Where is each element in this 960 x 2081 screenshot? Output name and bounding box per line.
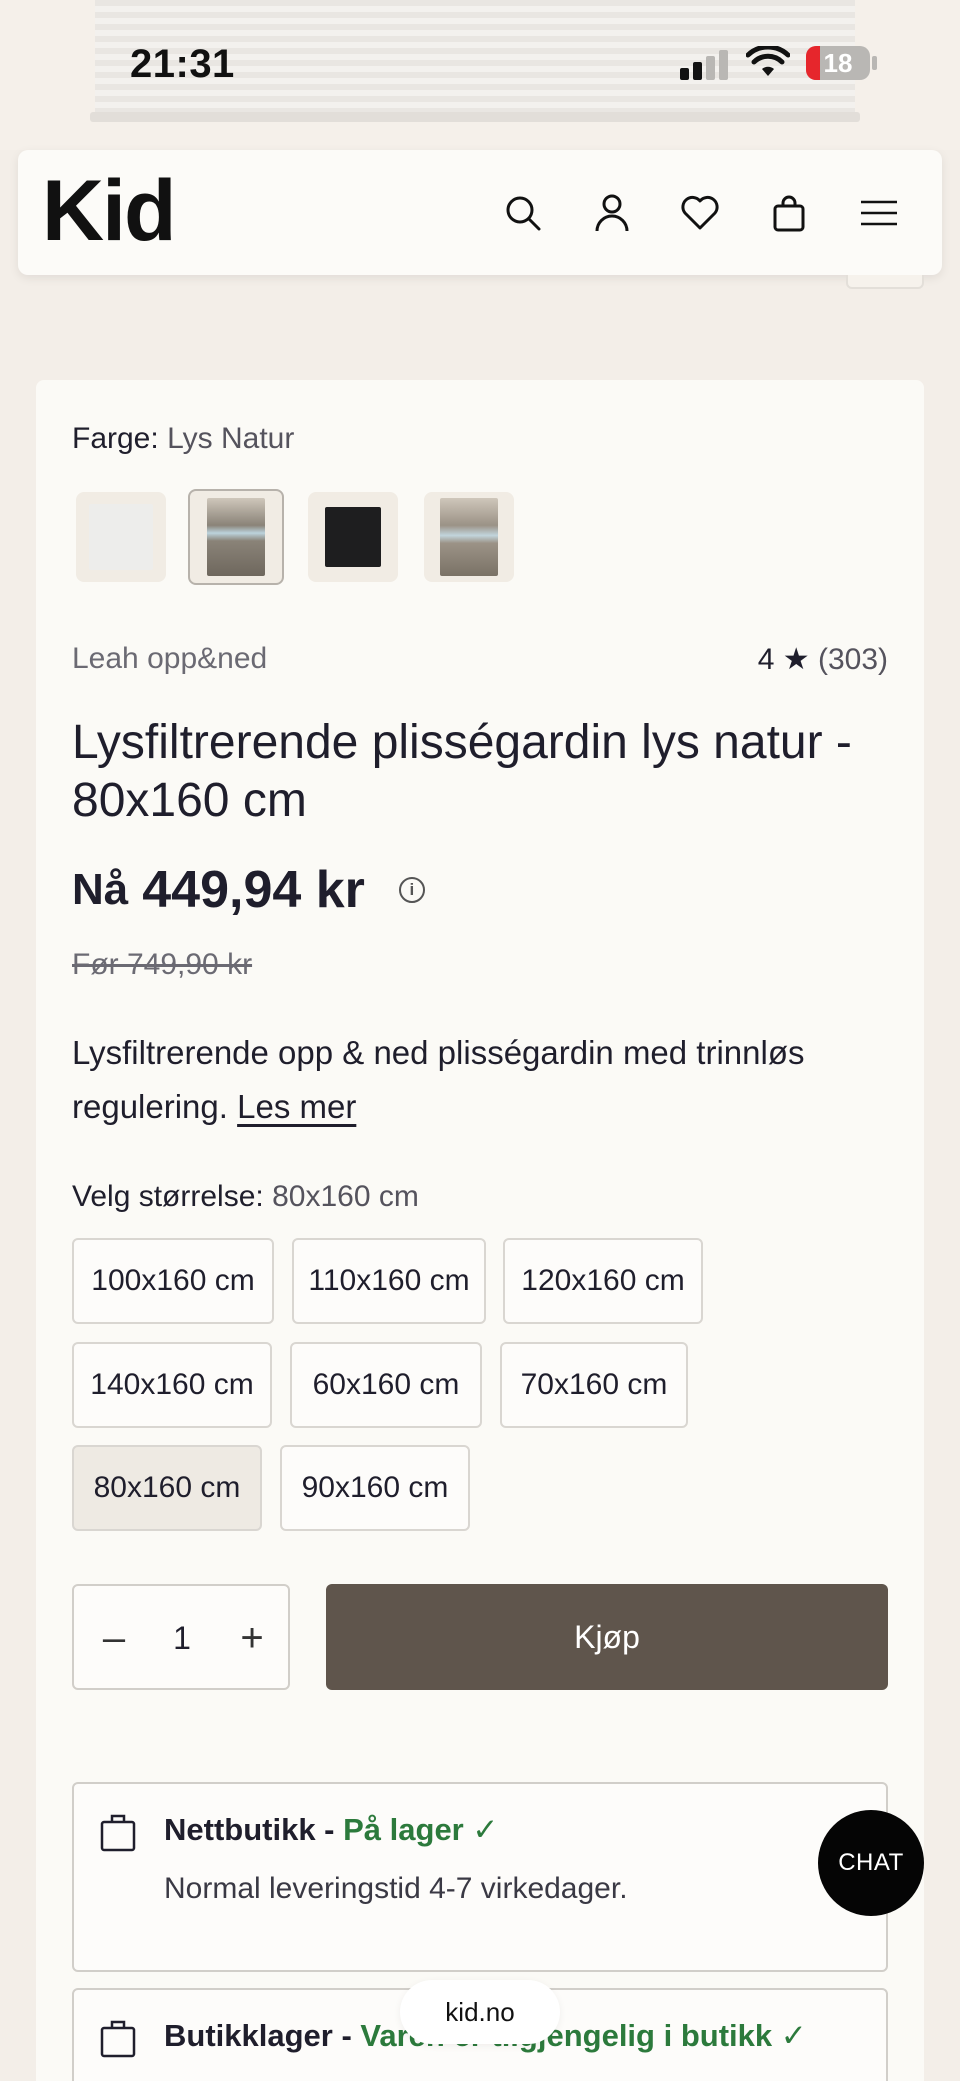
product-card: Farge: Lys Natur Leah opp&ned 4 ★ (303) … xyxy=(36,380,924,2081)
heart-icon[interactable] xyxy=(675,188,725,238)
description-text: Lysfiltrerende opp & ned plisségardin me… xyxy=(72,1034,805,1125)
online-stock-title: Nettbutikk - På lager ✓ xyxy=(164,1812,498,1848)
logo[interactable]: Kid xyxy=(42,168,177,254)
size-option[interactable]: 70x160 cm xyxy=(500,1342,688,1428)
rating-value: 4 ★ xyxy=(757,643,810,676)
read-more-link[interactable]: Les mer xyxy=(237,1088,356,1125)
color-swatch-natur[interactable] xyxy=(424,492,514,582)
size-option[interactable]: 60x160 cm xyxy=(290,1342,482,1428)
account-icon[interactable] xyxy=(587,188,637,238)
price-prefix: Nå xyxy=(72,865,129,914)
color-swatch-lys-natur[interactable] xyxy=(188,489,284,585)
size-option[interactable]: 140x160 cm xyxy=(72,1342,272,1428)
size-label: Velg størrelse: xyxy=(72,1180,264,1213)
site-header: Kid xyxy=(18,150,942,275)
product-rating[interactable]: 4 ★ (303) xyxy=(758,642,888,677)
size-option-selected[interactable]: 80x160 cm xyxy=(72,1445,262,1531)
online-stock-box: Nettbutikk - På lager ✓ Normal leverings… xyxy=(72,1782,888,1972)
size-option[interactable]: 90x160 cm xyxy=(280,1445,470,1531)
menu-icon[interactable] xyxy=(854,188,904,238)
size-selector-label: Velg størrelse: 80x160 cm xyxy=(72,1180,419,1214)
quantity-value[interactable]: 1 xyxy=(154,1610,210,1666)
bag-icon[interactable] xyxy=(764,188,814,238)
size-option[interactable]: 110x160 cm xyxy=(292,1238,486,1324)
search-icon[interactable] xyxy=(498,188,548,238)
price-row: Nå 449,94 kr i xyxy=(72,860,425,920)
delivery-time: Normal leveringstid 4-7 virkedager. xyxy=(164,1872,628,1905)
size-option[interactable]: 100x160 cm xyxy=(72,1238,274,1324)
chat-button[interactable]: CHAT xyxy=(818,1810,924,1916)
size-value: 80x160 cm xyxy=(272,1180,419,1213)
online-stock-status: På lager ✓ xyxy=(343,1812,499,1847)
size-option[interactable]: 120x160 cm xyxy=(503,1238,703,1324)
color-selector-label: Farge: Lys Natur xyxy=(72,422,294,456)
old-price: Før 749,90 kr xyxy=(72,948,253,981)
battery-level: 18 xyxy=(823,48,853,78)
bag-icon xyxy=(100,1814,136,1852)
status-bar: 21:31 18 xyxy=(0,0,960,120)
url-bar[interactable]: kid.no xyxy=(400,1980,560,2044)
product-brand[interactable]: Leah opp&ned xyxy=(72,642,267,676)
color-swatch-white[interactable] xyxy=(76,492,166,582)
status-time: 21:31 xyxy=(130,42,235,86)
battery-icon: 18 xyxy=(806,46,870,80)
store-stock-label: Butikklager - xyxy=(164,2018,361,2053)
product-title: Lysfiltrerende plisségardin lys natur - … xyxy=(72,716,852,827)
current-price: 449,94 kr xyxy=(142,861,365,919)
battery-nub xyxy=(872,56,877,70)
quantity-stepper: – 1 + xyxy=(72,1584,290,1690)
product-description: Lysfiltrerende opp & ned plisségardin me… xyxy=(72,1026,902,1134)
online-store-label: Nettbutikk - xyxy=(164,1812,344,1847)
info-icon[interactable]: i xyxy=(398,877,425,903)
wifi-icon xyxy=(746,46,790,76)
buy-button[interactable]: Kjøp xyxy=(326,1584,888,1690)
image-gallery-tab[interactable] xyxy=(846,275,924,289)
quantity-decrease-button[interactable]: – xyxy=(94,1610,134,1666)
cellular-signal-icon xyxy=(680,50,732,80)
bag-icon xyxy=(100,2020,136,2058)
color-value: Lys Natur xyxy=(167,422,295,455)
rating-count: (303) xyxy=(817,643,888,676)
color-swatch-black[interactable] xyxy=(308,492,398,582)
color-label: Farge: xyxy=(72,422,159,455)
quantity-increase-button[interactable]: + xyxy=(232,1610,272,1666)
